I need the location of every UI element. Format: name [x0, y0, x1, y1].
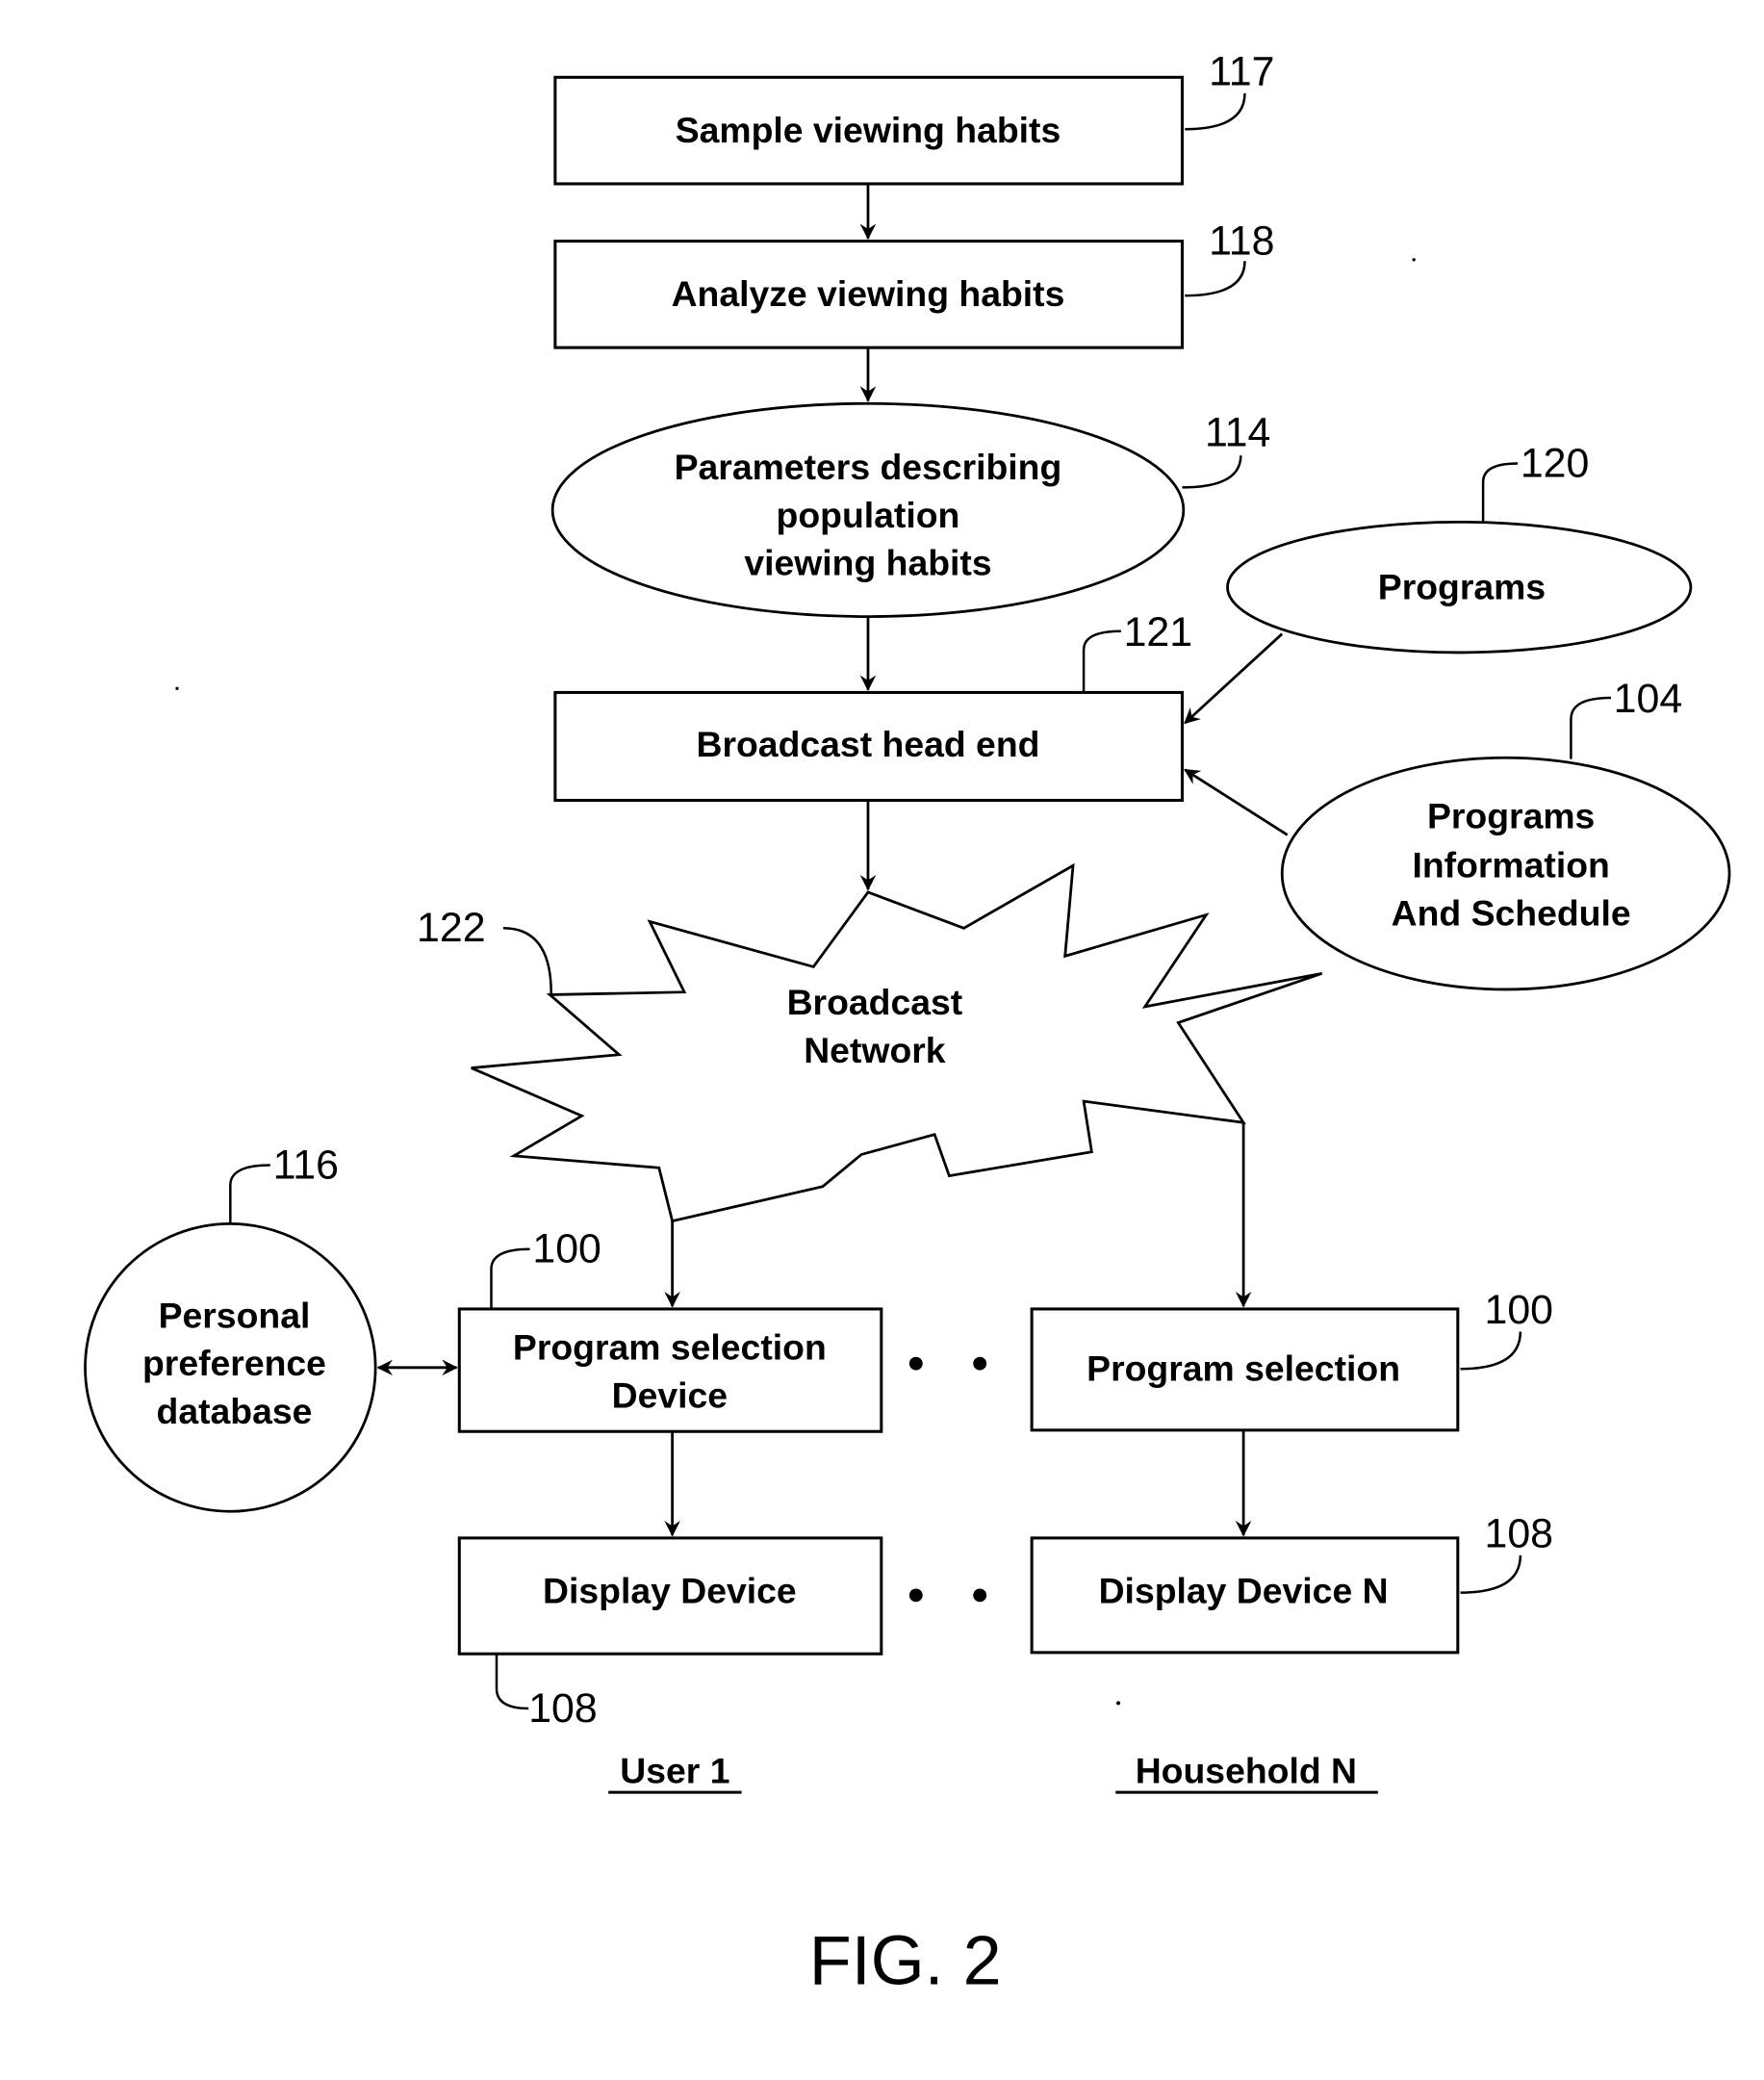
programs-information-schedule-ellipse: Programs Information And Schedule [1280, 756, 1731, 991]
ref-116-leader [229, 1164, 270, 1224]
ref-108-left-leader [495, 1654, 529, 1710]
ref-122: 122 [417, 905, 486, 951]
speck [1115, 1701, 1121, 1706]
sample-viewing-habits-box: Sample viewing habits [553, 75, 1184, 186]
parameters-line-2: population [777, 495, 960, 535]
ref-114: 114 [1205, 410, 1270, 456]
ref-118: 118 [1209, 218, 1274, 264]
parameters-line-1: Parameters describing [675, 447, 1062, 487]
arrow-schedule-to-headend [1184, 768, 1289, 836]
ref-120-leader [1481, 462, 1519, 523]
ref-121-leader [1082, 629, 1121, 693]
programs-ellipse: Programs [1226, 520, 1693, 655]
speck [175, 686, 179, 690]
ellipsis-dot [973, 1356, 987, 1371]
display-device-n-box: Display Device N [1030, 1536, 1460, 1655]
analyze-viewing-habits-label: Analyze viewing habits [672, 273, 1065, 314]
ref-100-left-leader [490, 1247, 530, 1309]
selection-1-line-1: Program selection [513, 1327, 827, 1368]
ref-108-right-leader [1460, 1554, 1522, 1594]
preference-line-1: Personal [159, 1295, 311, 1335]
selection-1-line-2: Device [612, 1374, 728, 1415]
network-line-1: Broadcast [787, 982, 963, 1022]
ref-104: 104 [1614, 676, 1683, 722]
broadcast-network-starburst: Broadcast Network [471, 862, 1323, 1223]
ref-117-leader [1185, 92, 1246, 131]
ref-114-leader [1182, 455, 1242, 489]
schedule-line-2: Information [1412, 845, 1609, 886]
schedule-line-3: And Schedule [1392, 893, 1631, 934]
schedule-line-1: Programs [1427, 796, 1595, 836]
ref-121: 121 [1124, 609, 1193, 655]
broadcast-head-end-label: Broadcast head end [697, 724, 1040, 764]
programs-label: Programs [1378, 567, 1546, 607]
ref-116: 116 [273, 1142, 339, 1188]
ref-117: 117 [1209, 49, 1274, 95]
speck [1412, 258, 1416, 262]
ref-100-right: 100 [1484, 1287, 1553, 1333]
patent-figure: Sample viewing habits 117 Analyze viewin… [84, 49, 1731, 1999]
sample-viewing-habits-label: Sample viewing habits [676, 110, 1061, 150]
personal-preference-database-circle: Personal preference database [84, 1222, 377, 1513]
selection-n-label: Program selection [1087, 1348, 1400, 1389]
ref-108-left: 108 [528, 1685, 598, 1732]
column-label-user-1: User 1 [620, 1750, 729, 1790]
parameters-line-3: viewing habits [744, 543, 991, 583]
network-line-2: Network [804, 1030, 946, 1070]
preference-line-2: preference [142, 1343, 326, 1383]
ref-108-right: 108 [1484, 1511, 1553, 1557]
ellipsis-dot [973, 1588, 987, 1603]
display-device-box-user-1: Display Device [457, 1536, 883, 1656]
broadcast-head-end-box: Broadcast head end [553, 690, 1184, 803]
preference-line-3: database [157, 1391, 313, 1431]
ref-120: 120 [1521, 440, 1590, 486]
program-selection-box-household-n: Program selection [1030, 1307, 1460, 1432]
ref-104-leader [1570, 696, 1611, 759]
column-label-household-n: Household N [1136, 1750, 1357, 1790]
ellipsis-dot [908, 1588, 923, 1603]
display-1-label: Display Device [543, 1571, 797, 1611]
figure-caption: FIG. 2 [809, 1922, 1002, 1999]
ref-100-left: 100 [532, 1226, 601, 1272]
program-selection-device-box-user-1: Program selection Device [457, 1307, 883, 1433]
ellipsis-dot [908, 1356, 923, 1371]
arrow-programs-to-headend [1184, 632, 1284, 725]
display-n-label: Display Device N [1099, 1571, 1389, 1611]
parameters-ellipse: Parameters describing population viewing… [550, 401, 1186, 618]
ref-122-leader [502, 927, 552, 994]
ref-100-right-leader [1460, 1331, 1522, 1371]
analyze-viewing-habits-box: Analyze viewing habits [553, 239, 1184, 349]
ref-118-leader [1185, 261, 1246, 297]
